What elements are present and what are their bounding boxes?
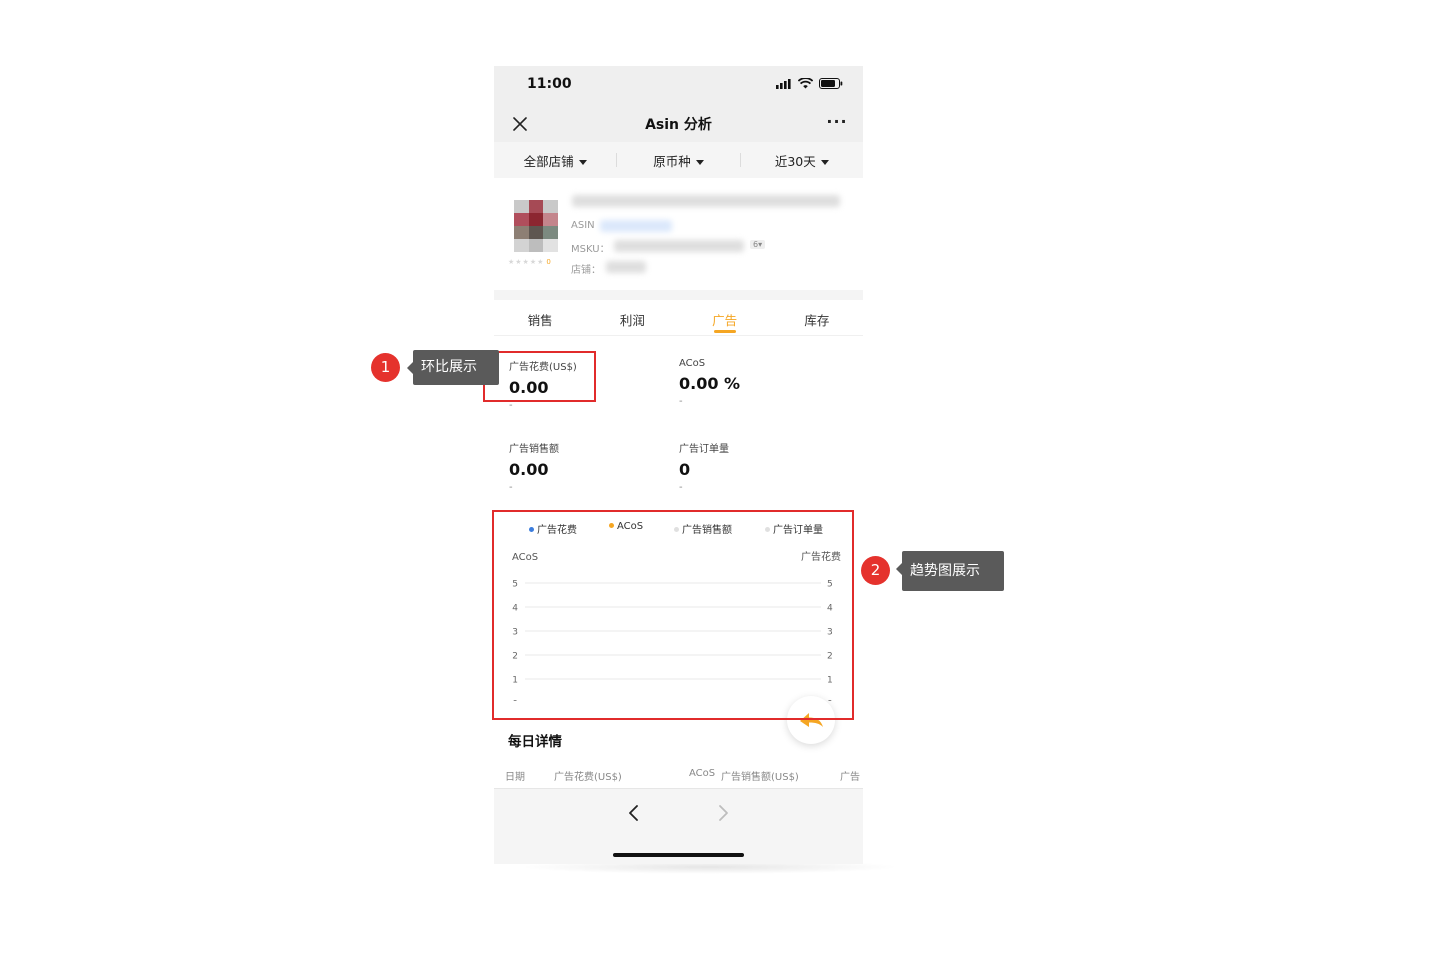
column-header-date: 日期 bbox=[505, 772, 525, 783]
battery-icon bbox=[819, 78, 843, 89]
column-header-ad-sales: 广告销售额(US$) bbox=[721, 772, 799, 783]
metric-change: - bbox=[679, 396, 683, 407]
metric-label: ACoS bbox=[679, 358, 706, 369]
metric-acos: ACoS 0.00 % - bbox=[679, 358, 740, 407]
caret-down-icon bbox=[578, 159, 587, 165]
caret-down-icon bbox=[695, 159, 704, 165]
metric-value: 0 bbox=[679, 460, 691, 479]
metric-change: - bbox=[509, 482, 513, 493]
metric-change: - bbox=[679, 482, 683, 493]
tab-advertising[interactable]: 广告 bbox=[679, 300, 771, 335]
tab-profit[interactable]: 利润 bbox=[586, 300, 678, 335]
signal-icon bbox=[776, 78, 791, 89]
annotation-badge-1: 1 bbox=[371, 353, 400, 382]
metric-ad-sales: 广告销售额 0.00 - bbox=[509, 440, 559, 493]
product-thumbnail bbox=[514, 200, 558, 252]
metric-label: 广告订单量 bbox=[679, 444, 729, 455]
annotation-callout-2: 趋势图展示 bbox=[896, 551, 1004, 591]
date-range-dropdown[interactable]: 近30天 bbox=[741, 151, 863, 170]
status-icons bbox=[776, 78, 843, 89]
store-value-redacted bbox=[606, 261, 646, 273]
msku-count-badge[interactable]: 6▾ bbox=[750, 240, 766, 249]
store-filter-dropdown[interactable]: 全部店铺 bbox=[494, 151, 616, 170]
asin-value-redacted bbox=[600, 220, 672, 232]
annotation-badge-2: 2 bbox=[861, 556, 890, 585]
tab-inventory[interactable]: 库存 bbox=[771, 300, 863, 335]
highlight-box-trend-chart bbox=[492, 510, 854, 720]
back-button[interactable] bbox=[622, 801, 646, 825]
caret-down-icon bbox=[820, 159, 829, 165]
metric-tabs: 销售 利润 广告 库存 bbox=[494, 300, 863, 336]
currency-filter-dropdown[interactable]: 原币种 bbox=[617, 151, 739, 170]
wifi-icon bbox=[798, 78, 813, 89]
highlight-box-comparison bbox=[483, 351, 596, 402]
tab-sales[interactable]: 销售 bbox=[494, 300, 586, 335]
column-header-ad-orders: 广告 bbox=[840, 772, 860, 783]
nav-bar: Asin 分析 ··· bbox=[494, 106, 863, 142]
date-range-label: 近30天 bbox=[774, 153, 816, 169]
browser-toolbar bbox=[494, 788, 863, 864]
metric-value: 0.00 bbox=[509, 460, 549, 479]
metric-label: 广告销售额 bbox=[509, 444, 559, 455]
section-gap bbox=[494, 290, 863, 300]
status-bar: 11:00 bbox=[494, 66, 863, 106]
chevron-left-icon bbox=[629, 805, 638, 821]
daily-details-title: 每日详情 bbox=[508, 734, 562, 750]
chevron-right-icon bbox=[719, 805, 728, 821]
msku-value-redacted bbox=[614, 240, 744, 252]
home-indicator bbox=[613, 853, 744, 857]
metric-ad-orders: 广告订单量 0 - bbox=[679, 440, 729, 493]
annotation-callout-1: 环比展示 bbox=[407, 350, 499, 385]
phone-screen: 11:00 Asin 分析 ··· 全部店铺 原币种 近30天 ★★★★★ 0 … bbox=[494, 66, 863, 864]
page-title: Asin 分析 bbox=[645, 117, 712, 133]
forward-button[interactable] bbox=[711, 801, 735, 825]
status-time: 11:00 bbox=[527, 76, 572, 92]
product-card[interactable]: ★★★★★ 0 ASIN MSKU： 店铺： bbox=[494, 178, 863, 290]
more-menu-button[interactable]: ··· bbox=[825, 112, 849, 132]
currency-filter-label: 原币种 bbox=[653, 153, 691, 169]
metric-value: 0.00 % bbox=[679, 374, 741, 393]
daily-table-header: 日期 广告花费(US$) ACoS 广告销售额(US$) 广告 bbox=[494, 768, 863, 784]
rating-count: 0 bbox=[546, 258, 552, 266]
store-label: 店铺： bbox=[571, 265, 601, 276]
product-title-redacted bbox=[572, 195, 840, 207]
msku-label: MSKU： bbox=[571, 244, 610, 255]
store-filter-label: 全部店铺 bbox=[523, 153, 574, 169]
rating-stars: ★★★★★ 0 bbox=[508, 258, 552, 266]
column-header-acos: ACoS bbox=[689, 768, 716, 779]
column-header-ad-spend: 广告花费(US$) bbox=[554, 772, 622, 783]
asin-label: ASIN bbox=[571, 220, 595, 231]
filter-bar: 全部店铺 原币种 近30天 bbox=[494, 142, 863, 178]
